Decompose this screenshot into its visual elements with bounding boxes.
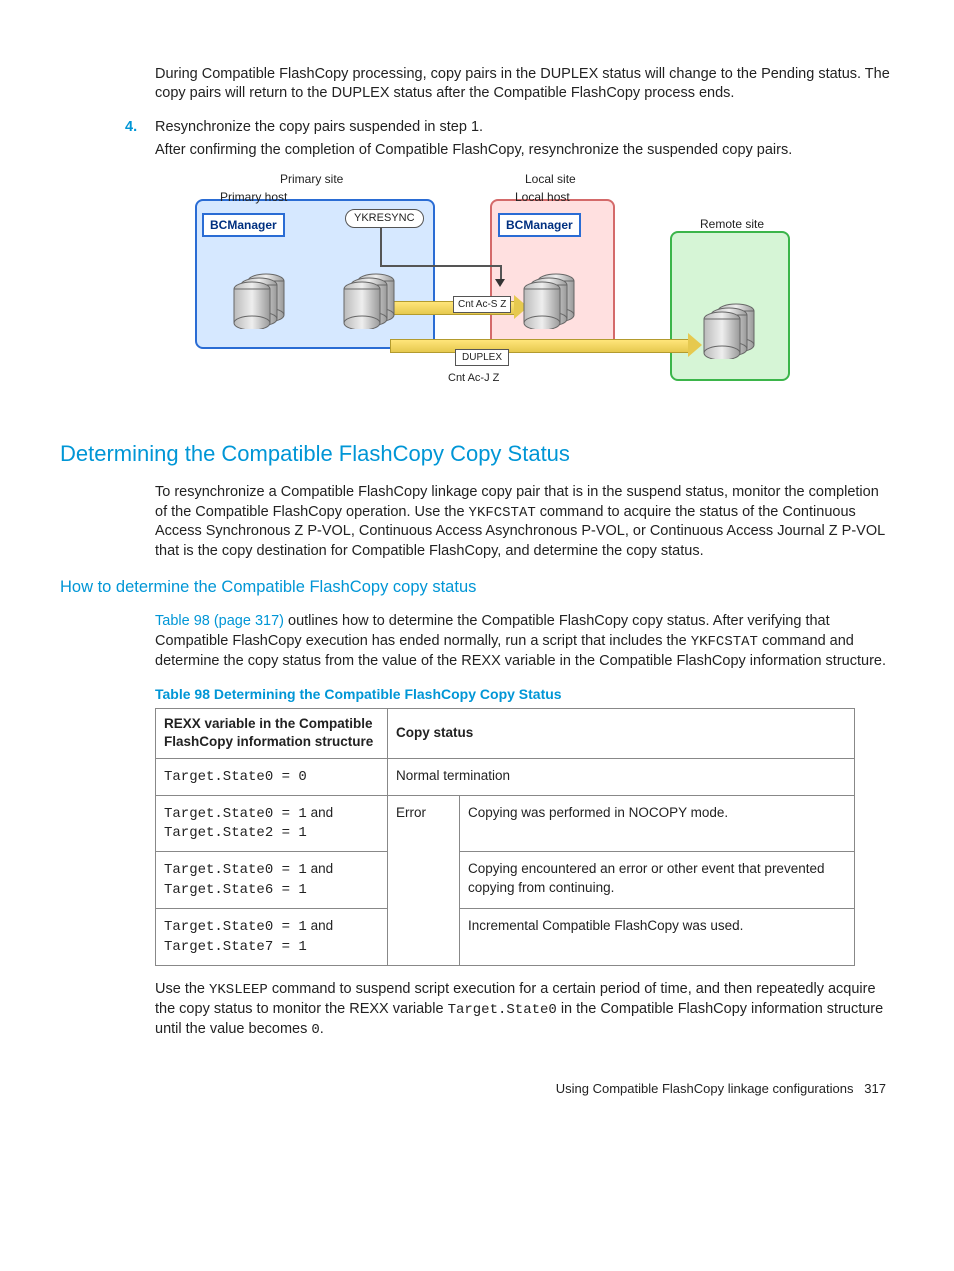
- step-4: 4. Resynchronize the copy pairs suspende…: [60, 118, 894, 161]
- col-rexx: REXX variable in the Compatible FlashCop…: [156, 709, 388, 758]
- table-caption: Table 98 Determining the Compatible Flas…: [155, 685, 894, 704]
- bcmanager-local: BCManager: [498, 213, 581, 237]
- rexx-var: Target.State7 = 1: [164, 939, 307, 955]
- text: and: [307, 861, 333, 876]
- text: and: [307, 805, 333, 820]
- footer-text: Using Compatible FlashCopy linkage confi…: [556, 1081, 854, 1096]
- step-4-line1: Resynchronize the copy pairs suspended i…: [155, 118, 894, 138]
- table-98: REXX variable in the Compatible FlashCop…: [155, 708, 855, 966]
- col-status: Copy status: [388, 709, 855, 758]
- rexx-var: Target.State0 = 0: [164, 769, 307, 785]
- bcmanager-primary: BCManager: [202, 213, 285, 237]
- text: Use the: [155, 981, 209, 997]
- label-cnt-ac-j: Cnt Ac-J Z: [448, 371, 499, 386]
- status-cell: Normal termination: [388, 758, 855, 795]
- status-desc: Copying encountered an error or other ev…: [460, 852, 855, 909]
- status-desc: Copying was performed in NOCOPY mode.: [460, 795, 855, 852]
- status-desc: Incremental Compatible FlashCopy was use…: [460, 909, 855, 966]
- rexx-var: Target.State0 = 1: [164, 862, 307, 878]
- para-yksleep: Use the YKSLEEP command to suspend scrip…: [155, 980, 894, 1040]
- text: and: [307, 918, 333, 933]
- step-number: 4.: [125, 118, 155, 161]
- xref-table-98[interactable]: Table 98 (page 317): [155, 613, 284, 629]
- text: .: [320, 1021, 324, 1037]
- cylinder-icon: [520, 271, 578, 329]
- footer-page-number: 317: [864, 1081, 886, 1096]
- cylinder-icon: [340, 271, 398, 329]
- heading-determining-status: Determining the Compatible FlashCopy Cop…: [60, 439, 894, 469]
- rexx-var: Target.State0 = 1: [164, 919, 307, 935]
- ykresync-label: YKRESYNC: [345, 209, 424, 228]
- rexx-var: Target.State0 = 1: [164, 806, 307, 822]
- step-4-line2: After confirming the completion of Compa…: [155, 141, 894, 161]
- heading-how-to-determine: How to determine the Compatible FlashCop…: [60, 576, 894, 598]
- diagram-resync: Primary site Local site Remote site Prim…: [190, 171, 800, 421]
- label-cnt-ac-s: Cnt Ac-S Z: [453, 296, 511, 314]
- para-duplex-status: During Compatible FlashCopy processing, …: [155, 65, 894, 104]
- para-determining: To resynchronize a Compatible FlashCopy …: [155, 483, 894, 562]
- cylinder-icon: [700, 301, 758, 359]
- label-remote-site: Remote site: [700, 216, 764, 232]
- code-yksleep: YKSLEEP: [209, 982, 268, 998]
- cylinder-icon: [230, 271, 288, 329]
- table-row: Target.State0 = 1 and Target.State6 = 1 …: [156, 852, 855, 909]
- code-target-state0: Target.State0: [448, 1002, 557, 1018]
- label-local-host: Local host: [515, 189, 570, 205]
- table-header-row: REXX variable in the Compatible FlashCop…: [156, 709, 855, 758]
- code-ykfcstat: YKFCSTAT: [469, 505, 536, 521]
- code-ykfcstat: YKFCSTAT: [691, 634, 758, 650]
- page-footer: Using Compatible FlashCopy linkage confi…: [60, 1080, 894, 1098]
- code-zero: 0: [311, 1022, 319, 1038]
- rexx-var: Target.State6 = 1: [164, 882, 307, 898]
- table-row: Target.State0 = 1 and Target.State7 = 1 …: [156, 909, 855, 966]
- table-row: Target.State0 = 1 and Target.State2 = 1 …: [156, 795, 855, 852]
- label-primary-host: Primary host: [220, 189, 287, 205]
- para-howto: Table 98 (page 317) outlines how to dete…: [155, 612, 894, 671]
- table-row: Target.State0 = 0 Normal termination: [156, 758, 855, 795]
- label-primary-site: Primary site: [280, 171, 343, 187]
- status-error: Error: [388, 795, 460, 965]
- rexx-var: Target.State2 = 1: [164, 825, 307, 841]
- label-local-site: Local site: [525, 171, 576, 187]
- label-duplex: DUPLEX: [455, 349, 509, 367]
